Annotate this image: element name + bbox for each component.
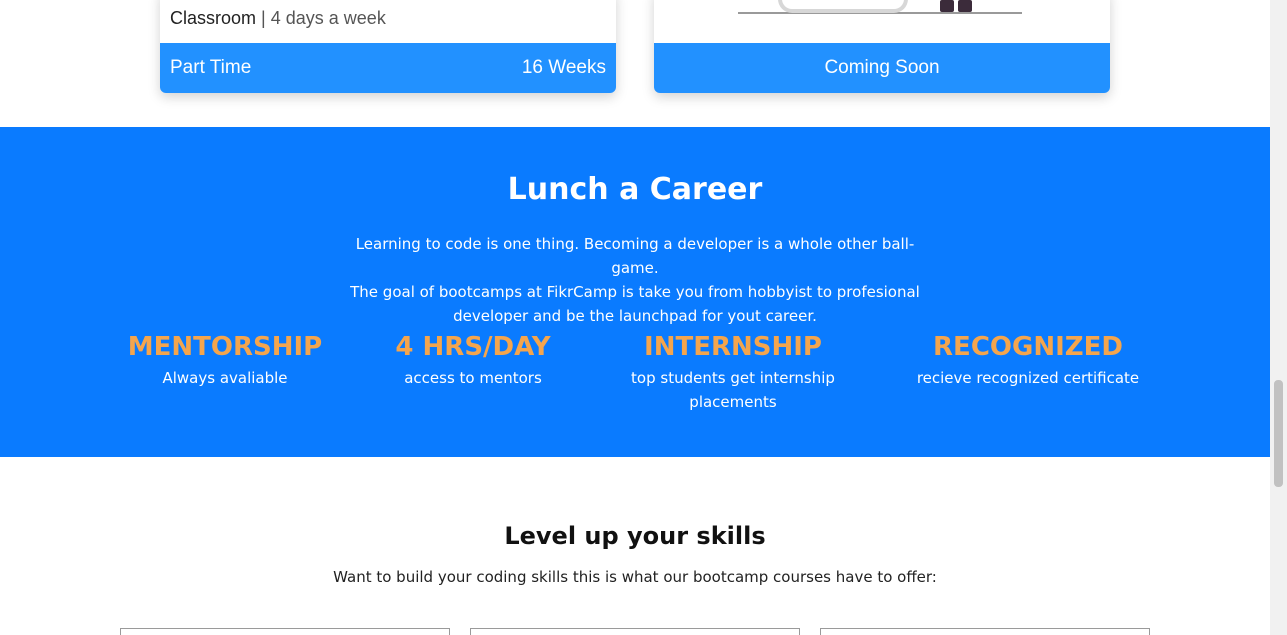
stat-description: recieve recognized certificate	[916, 369, 1140, 387]
course-info: Classroom | 4 days a week	[170, 8, 386, 29]
illustration-device	[778, 0, 908, 13]
course-status: Coming Soon	[824, 57, 940, 78]
course-type: Part Time	[170, 57, 252, 78]
stat-description: access to mentors	[404, 369, 542, 387]
course-offer-card[interactable]	[120, 628, 450, 635]
stat-title: 4 HRS/DAY	[395, 332, 551, 362]
stat-title: RECOGNIZED	[933, 332, 1123, 362]
stat-internship: INTERNSHIP top students get internship p…	[628, 330, 838, 414]
course-duration: 16 Weeks	[521, 57, 606, 78]
course-card-part-time[interactable]: Classroom | 4 days a week Part Time 16 W…	[160, 0, 616, 93]
course-offer-card[interactable]	[820, 628, 1150, 635]
illustration-feet	[940, 0, 980, 12]
career-description: Learning to code is one thing. Becoming …	[340, 232, 930, 328]
career-line-1: Learning to code is one thing. Becoming …	[355, 235, 915, 277]
stat-title: INTERNSHIP	[644, 332, 822, 362]
course-card-coming-soon[interactable]: Coming Soon	[654, 0, 1110, 93]
career-section: Lunch a Career Learning to code is one t…	[0, 127, 1270, 457]
course-schedule: 4 days a week	[270, 8, 386, 28]
stat-title: MENTORSHIP	[127, 332, 323, 362]
page: Classroom | 4 days a week Part Time 16 W…	[0, 0, 1287, 635]
course-card-footer: Part Time 16 Weeks	[160, 43, 616, 93]
career-title: Lunch a Career	[507, 172, 763, 207]
scrollbar-thumb[interactable]	[1274, 380, 1283, 487]
levelup-title: Level up your skills	[504, 522, 766, 550]
stat-description: Always avaliable	[162, 369, 288, 387]
stat-hours: 4 HRS/DAY access to mentors	[368, 330, 578, 390]
levelup-subtitle: Want to build your coding skills this is…	[333, 568, 937, 586]
course-separator: |	[261, 8, 266, 28]
course-offer-card[interactable]	[470, 628, 800, 635]
career-line-3: developer and be the launchpad for yout …	[453, 307, 817, 325]
course-card-footer: Coming Soon	[654, 43, 1110, 93]
stat-recognized: RECOGNIZED recieve recognized certificat…	[910, 330, 1146, 390]
career-line-2: The goal of bootcamps at FikrCamp is tak…	[350, 283, 920, 301]
vertical-scrollbar[interactable]	[1270, 0, 1287, 635]
course-mode: Classroom	[170, 8, 257, 28]
stat-description: top students get internship placements	[631, 369, 835, 411]
stat-mentorship: MENTORSHIP Always avaliable	[120, 330, 330, 390]
